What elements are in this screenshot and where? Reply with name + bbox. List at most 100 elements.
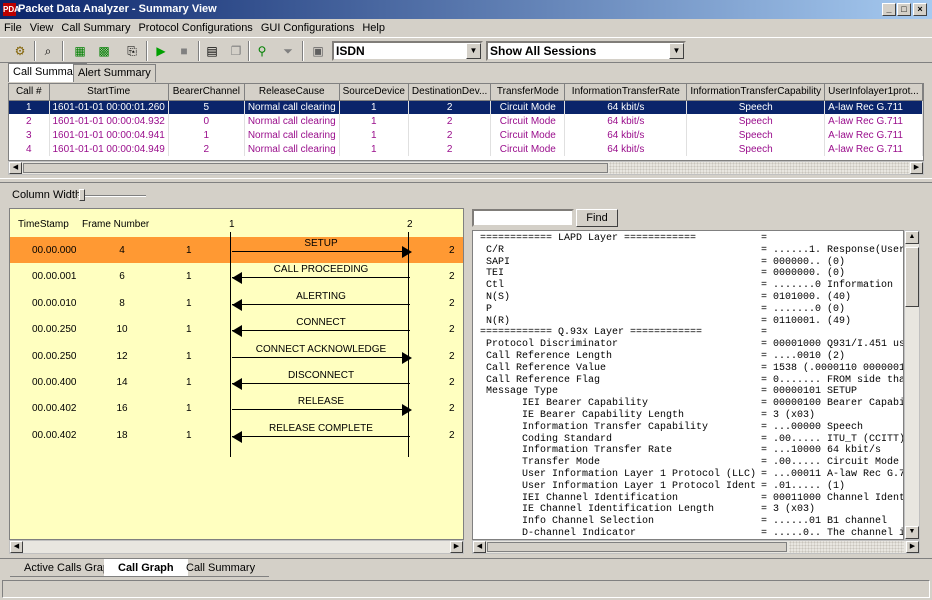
- tab-alert-summary[interactable]: Alert Summary: [73, 64, 156, 82]
- table-cell: 1: [339, 128, 409, 142]
- table-row[interactable]: 4 1601-01-01 00:00:04.949 2 Normal call cle…: [9, 142, 923, 156]
- export-icon[interactable]: ⎘: [122, 41, 142, 61]
- column-header[interactable]: UserInfolayer1prot...: [824, 84, 923, 101]
- call-graph-row[interactable]: 00.00.000 4 1 2 SETUP: [10, 237, 463, 263]
- call-graph-row[interactable]: 00.00.400 14 1 2 DISCONNECT: [10, 369, 463, 395]
- find-input[interactable]: [472, 209, 574, 227]
- copy-icon[interactable]: ❐: [226, 41, 246, 61]
- decode-field: Call Reference Flag: [480, 374, 601, 386]
- call-graph-row[interactable]: 00.00.250 12 1 2 CONNECT ACKNOWLEDGE: [10, 343, 463, 369]
- menu-file[interactable]: File: [0, 19, 26, 37]
- call-graph-row[interactable]: 00.00.001 6 1 2 CALL PROCEEDING: [10, 263, 463, 289]
- scroll-left-icon[interactable]: ◀: [9, 162, 22, 174]
- arrow-left-icon: [232, 298, 242, 311]
- session-select[interactable]: Show All Sessions ▼: [486, 41, 686, 61]
- scroll-left-icon[interactable]: ◀: [10, 541, 23, 553]
- chevron-down-icon[interactable]: ▼: [466, 43, 481, 59]
- scroll-thumb[interactable]: [487, 542, 787, 552]
- menu-bar: File View Call Summary Protocol Configurati…: [0, 19, 932, 37]
- find-button[interactable]: Find: [576, 209, 618, 227]
- table-cell: 2: [408, 142, 492, 156]
- scroll-up-icon[interactable]: ▲: [905, 231, 919, 244]
- menu-view[interactable]: View: [26, 19, 58, 37]
- multi-capture-icon[interactable]: ▩: [94, 41, 114, 61]
- column-header[interactable]: DestinationDev...: [408, 84, 492, 101]
- arrow-left-icon: [232, 378, 242, 390]
- table-cell: 1: [339, 114, 409, 128]
- column-header[interactable]: StartTime: [49, 84, 169, 101]
- column-width-slider[interactable]: [78, 195, 146, 197]
- print-icon[interactable]: ▣: [308, 41, 328, 61]
- column-header[interactable]: Call #: [9, 84, 50, 101]
- scroll-right-icon[interactable]: ▶: [906, 541, 919, 553]
- graph-timestamp: 00.00.250: [32, 324, 77, 336]
- table-cell: A-law Rec G.711: [824, 128, 923, 142]
- call-graph-row[interactable]: 00.00.250 10 1 2 CONNECT: [10, 316, 463, 342]
- column-header[interactable]: SourceDevice: [339, 84, 409, 101]
- scroll-thumb[interactable]: [23, 163, 608, 173]
- filter-icon[interactable]: ⏷: [278, 41, 298, 61]
- settings-icon[interactable]: ⚙: [10, 41, 30, 61]
- column-header[interactable]: BearerChannel: [168, 84, 245, 101]
- menu-call-summary[interactable]: Call Summary: [57, 19, 134, 37]
- decode-field: P: [480, 303, 493, 315]
- column-header[interactable]: ReleaseCause: [244, 84, 340, 101]
- column-header[interactable]: InformationTransferCapability: [686, 84, 826, 101]
- table-horizontal-scrollbar[interactable]: ◀ ▶: [8, 161, 924, 175]
- decode-value: = 0110001. (49): [761, 315, 852, 327]
- decode-value: =: [761, 327, 768, 339]
- chevron-down-icon[interactable]: ▼: [669, 43, 684, 59]
- decode-vertical-scrollbar[interactable]: ▲ ▼: [904, 230, 920, 540]
- protocol-select[interactable]: ISDN ▼: [332, 41, 483, 61]
- decode-line: IE Bearer Capability Length = 3 (x03): [480, 410, 903, 422]
- menu-gui-configurations[interactable]: GUI Configurations: [257, 19, 359, 37]
- column-header[interactable]: TransferMode: [490, 84, 566, 101]
- filter-set-icon[interactable]: ⚲: [252, 41, 272, 61]
- scroll-right-icon[interactable]: ▶: [910, 162, 923, 174]
- call-graph-row[interactable]: 00.00.010 8 1 2 ALERTING: [10, 290, 463, 316]
- arrow-right-icon: [402, 404, 412, 417]
- call-graph-row[interactable]: 00.00.402 16 1 2 RELEASE: [10, 395, 463, 421]
- column-header[interactable]: InformationTransferRate: [564, 84, 688, 101]
- decode-line: ============ LAPD Layer ============ =: [480, 233, 903, 245]
- scroll-down-icon[interactable]: ▼: [905, 526, 919, 539]
- decode-line: IEI Bearer Capability = 00000100 Bearer C…: [480, 398, 903, 410]
- close-button[interactable]: ×: [913, 3, 927, 16]
- scroll-right-icon[interactable]: ▶: [450, 541, 463, 553]
- decode-field: Info Channel Selection: [480, 516, 655, 528]
- decode-field: IE Bearer Capability Length: [480, 409, 685, 421]
- table-cell: Circuit Mode: [490, 142, 566, 156]
- maximize-button[interactable]: □: [897, 3, 911, 16]
- graph-frame-number: 6: [119, 271, 125, 283]
- play-icon[interactable]: ▶: [151, 41, 171, 61]
- graph-horizontal-scrollbar[interactable]: ◀ ▶: [9, 540, 464, 554]
- decode-horizontal-scrollbar[interactable]: ◀ ▶: [472, 540, 920, 554]
- call-graph-row[interactable]: 00.00.402 18 1 2 RELEASE COMPLETE: [10, 422, 463, 448]
- menu-help[interactable]: Help: [358, 19, 389, 37]
- table-cell: 64 kbit/s: [564, 142, 688, 156]
- scroll-left-icon[interactable]: ◀: [473, 541, 486, 553]
- menu-protocol-configurations[interactable]: Protocol Configurations: [134, 19, 256, 37]
- status-bar: [2, 580, 930, 598]
- minimize-button[interactable]: _: [882, 3, 896, 16]
- table-cell: Circuit Mode: [490, 128, 566, 142]
- capture-icon[interactable]: ▦: [70, 41, 90, 61]
- pane-splitter[interactable]: [0, 178, 932, 183]
- tab-call-summary-bottom[interactable]: Call Summary: [172, 559, 270, 577]
- document-icon[interactable]: ▤: [202, 41, 222, 61]
- decode-value: = ...10000 64 kbit/s: [761, 445, 882, 457]
- table-row[interactable]: 3 1601-01-01 00:00:04.941 1 Normal call cle…: [9, 128, 923, 142]
- scroll-thumb[interactable]: [905, 247, 919, 307]
- table-row[interactable]: 1 1601-01-01 00:00:01.260 5 Normal call cle…: [9, 100, 923, 114]
- call-graph: TimeStamp Frame Number 1 2 00.00.000 4 1 2 S…: [9, 208, 464, 540]
- stop-icon[interactable]: ■: [174, 41, 194, 61]
- toolbar-separator: [146, 41, 148, 61]
- table-cell: 1601-01-01 00:00:04.941: [49, 128, 169, 142]
- decode-field: User Information Layer 1 Protocol Ident: [480, 480, 757, 492]
- table-row[interactable]: 2 1601-01-01 00:00:04.932 0 Normal call cle…: [9, 114, 923, 128]
- search-icon[interactable]: ⌕: [38, 41, 58, 61]
- decode-value: = 00001000 Q931/I.451 use: [761, 339, 904, 351]
- decode-field: ============ Q.93x Layer ============: [480, 327, 703, 339]
- scroll-track: [609, 162, 909, 174]
- slider-handle[interactable]: [79, 189, 85, 201]
